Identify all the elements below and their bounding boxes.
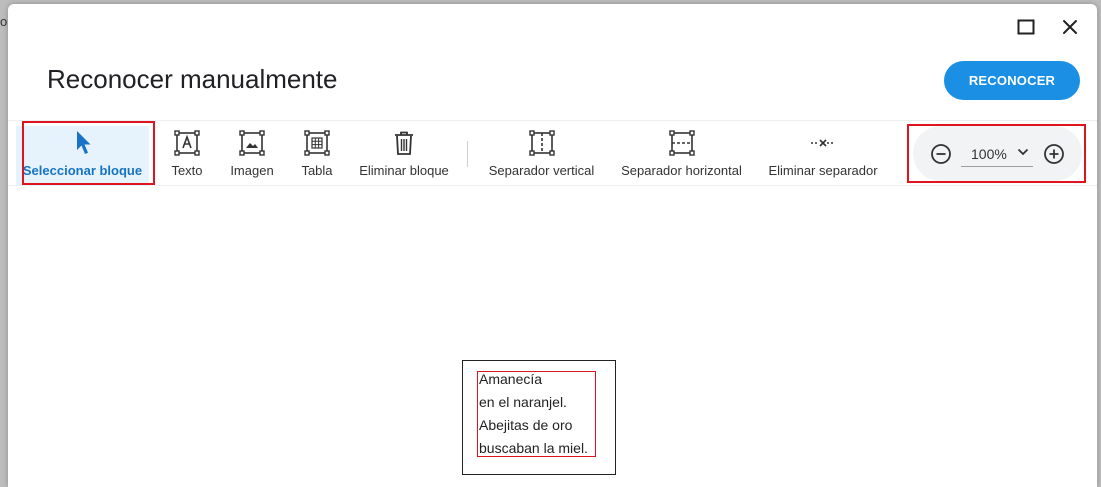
zoom-select[interactable]: 100% [961,141,1033,167]
zoom-in-button[interactable] [1042,142,1066,166]
dialog-title: Reconocer manualmente [47,64,338,94]
tool-horizontal-separator-label: Separador horizontal [621,163,742,178]
tool-select-block-label: Seleccionar bloque [22,163,143,178]
maximize-icon [1017,19,1035,35]
toolbar-divider [467,141,468,167]
zoom-out-button[interactable] [929,142,953,166]
zoom-out-icon [931,144,951,164]
image-block-icon [239,130,265,156]
tool-text-label: Texto [171,163,203,178]
tool-delete-block[interactable]: Eliminar bloque [356,126,452,186]
cursor-arrow-icon [76,131,90,154]
delete-separator-icon [811,139,835,147]
text-block-icon [174,130,200,156]
recognize-button[interactable]: RECONOCER [944,61,1080,100]
close-button[interactable] [1057,14,1083,40]
zoom-in-icon [1044,144,1064,164]
close-icon [1063,20,1077,34]
text-line: Abejitas de oro [479,417,573,433]
text-line: Amanecía [479,371,543,387]
window-controls [1013,14,1083,40]
tool-delete-block-label: Eliminar bloque [359,163,449,178]
document-page: Amanecía en el naranjel. Abejitas de oro… [462,360,616,475]
tool-text[interactable]: Texto [163,126,211,186]
tool-table[interactable]: Tabla [293,126,341,186]
maximize-button[interactable] [1013,14,1039,40]
tool-delete-separator-label: Eliminar separador [768,163,878,178]
zoom-control: 100% [913,126,1082,181]
tool-image-label: Imagen [230,163,274,178]
text-line: buscaban la miel. [479,440,588,456]
tool-vertical-separator[interactable]: Separador vertical [484,126,599,186]
recognize-dialog: Reconocer manualmente RECONOCER Seleccio… [8,4,1097,487]
tool-table-label: Tabla [301,163,333,178]
vertical-separator-icon [528,130,555,156]
text-block-selection[interactable]: Amanecía en el naranjel. Abejitas de oro… [477,371,596,457]
backdrop-text: o [0,14,8,29]
tool-image[interactable]: Imagen [226,126,278,186]
document-canvas[interactable]: Amanecía en el naranjel. Abejitas de oro… [8,187,1097,487]
zoom-value: 100% [971,145,1007,162]
table-block-icon [304,130,330,156]
tool-select-block[interactable]: Seleccionar bloque [16,126,149,186]
chevron-down-icon [1017,148,1029,156]
tool-vertical-separator-label: Separador vertical [488,163,595,178]
tool-horizontal-separator[interactable]: Separador horizontal [615,126,748,186]
horizontal-separator-icon [668,130,695,156]
tool-delete-separator[interactable]: Eliminar separador [763,126,883,186]
text-line: en el naranjel. [479,394,567,410]
trash-icon [395,131,413,155]
